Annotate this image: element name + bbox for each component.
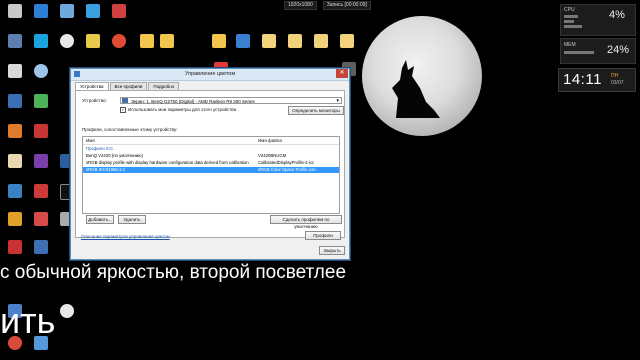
desktop-shortcut-icon[interactable]: [34, 240, 48, 254]
profile-filename: CalibratedDisplayProfile-2.icc: [258, 160, 315, 165]
color-settings-help-link[interactable]: Описание параметров управления цветом: [81, 234, 170, 239]
chevron-down-icon: ▾: [336, 98, 339, 104]
folder-icon[interactable]: [160, 34, 174, 48]
desktop-shortcut-icon[interactable]: [8, 124, 22, 138]
desktop-shortcut-icon[interactable]: [8, 212, 22, 226]
desktop-shortcut-icon[interactable]: [112, 4, 126, 18]
set-default-profile-button[interactable]: Сделать профилем по умолчанию: [270, 215, 342, 229]
top-status-bar: 1920x1080 Запись [00:00:09]: [284, 0, 371, 10]
memory-bar: [564, 51, 594, 54]
cpu-label: CPU: [564, 7, 575, 13]
folder-icon[interactable]: [212, 34, 226, 48]
subtitle-line-1: с обычной яркостью, второй посветлее: [0, 262, 347, 283]
clock-time: 14:11: [563, 71, 602, 88]
desktop-shortcut-icon[interactable]: [34, 34, 48, 48]
cpu-gadget[interactable]: CPU 4%: [560, 4, 636, 36]
desktop-shortcut-icon[interactable]: [34, 212, 48, 226]
cpu-bar: [564, 20, 574, 23]
close-dialog-button[interactable]: Закрыть: [319, 246, 345, 255]
dialog-title: Управление цветом: [184, 71, 236, 77]
desktop-shortcut-icon[interactable]: [60, 4, 74, 18]
dialog-titlebar[interactable]: Управление цветом ✕: [71, 69, 349, 81]
profile-filename: sRGB Color Space Profile.icm: [258, 167, 316, 172]
cpu-value: 4%: [609, 9, 625, 21]
profile-filename: V2420BNUCM: [258, 153, 287, 158]
recording-indicator: Запись [00:00:09]: [322, 0, 371, 10]
desktop-shortcut-icon[interactable]: [34, 94, 48, 108]
profile-name: BenQ V2420 (по умолчанию): [86, 153, 143, 158]
howling-wolf-silhouette: [392, 60, 440, 118]
use-my-settings-label: Использовать мои параметры для этого уст…: [128, 107, 237, 112]
desktop-shortcut-icon[interactable]: [8, 64, 22, 78]
desktop-shortcut-icon[interactable]: [60, 34, 74, 48]
desktop-shortcut-icon[interactable]: [34, 184, 48, 198]
desktop-shortcut-icon[interactable]: [86, 34, 100, 48]
desktop-shortcut-icon[interactable]: [8, 184, 22, 198]
resolution-indicator: 1920x1080: [284, 0, 317, 10]
profiles-caption: Профили, сопоставленные этому устройству…: [82, 127, 178, 132]
desktop-shortcut-icon[interactable]: [34, 124, 48, 138]
profile-row[interactable]: BenQ V2420 (по умолчанию) V2420BNUCM: [83, 153, 339, 159]
profile-group-row: Профили ICC: [83, 146, 339, 152]
profile-name: sRGB IEC61966-2.1: [86, 167, 126, 172]
tab-devices[interactable]: Устройства: [75, 82, 109, 90]
desktop-shortcut-icon[interactable]: [34, 154, 48, 168]
profile-name: Профили ICC: [86, 146, 114, 151]
desktop-shortcut-icon[interactable]: [34, 64, 48, 78]
folder-icon[interactable]: [262, 34, 276, 48]
profile-row-selected[interactable]: sRGB IEC61966-2.1 sRGB Color Space Profi…: [83, 167, 339, 173]
profiles-button[interactable]: Профили: [305, 231, 341, 240]
desktop-shortcut-icon[interactable]: [60, 304, 74, 318]
tab-advanced[interactable]: Подробно: [148, 82, 180, 90]
monitor-icon: [122, 98, 128, 103]
memory-value: 24%: [607, 44, 630, 56]
desktop-shortcut-icon[interactable]: [112, 34, 126, 48]
cpu-bar: [564, 15, 578, 18]
devices-panel: Устройство: Экран: 1. BenQ G2750 (Digita…: [75, 90, 345, 238]
column-name-header[interactable]: Имя: [86, 138, 95, 143]
subtitle-line-2: ить: [0, 300, 56, 341]
desktop-shortcut-icon[interactable]: [8, 4, 22, 18]
folder-icon[interactable]: [340, 34, 354, 48]
folder-icon[interactable]: [314, 34, 328, 48]
device-select-value: Экран: 1. BenQ G2750 (Digital) - AMD Rad…: [131, 99, 255, 104]
clock-date: 03/07: [611, 80, 624, 86]
desktop-shortcut-icon[interactable]: [8, 240, 22, 254]
memory-gadget[interactable]: MEM 24%: [560, 38, 636, 64]
clock-gadget[interactable]: 14:11 ПН 03/07: [558, 68, 636, 92]
identify-monitors-button[interactable]: Определить мониторы: [288, 106, 344, 115]
tab-all-profiles[interactable]: Все профили: [109, 82, 148, 90]
desktop-shortcut-icon[interactable]: [8, 94, 22, 108]
color-management-dialog: Управление цветом ✕ Устройства Все профи…: [70, 68, 350, 260]
desktop-shortcut-icon[interactable]: [8, 34, 22, 48]
device-label: Устройство:: [82, 98, 107, 103]
close-icon[interactable]: ✕: [336, 69, 348, 78]
desktop: 1920x1080 Запись [00:00:09] CPU 4% MEM 2…: [0, 0, 640, 360]
desktop-shortcut-icon[interactable]: [34, 4, 48, 18]
profile-row[interactable]: sRGB display profile with display hardwa…: [83, 160, 339, 166]
folder-icon[interactable]: [288, 34, 302, 48]
cpu-bar: [564, 25, 582, 28]
remove-profile-button[interactable]: Удалить: [118, 215, 146, 224]
device-select[interactable]: Экран: 1. BenQ G2750 (Digital) - AMD Rad…: [120, 97, 342, 104]
clock-day: ПН: [611, 73, 619, 79]
profiles-list[interactable]: Имя Имя файла Профили ICC BenQ V2420 (по…: [82, 136, 340, 214]
desktop-shortcut-icon[interactable]: [8, 154, 22, 168]
add-profile-button[interactable]: Добавить...: [86, 215, 114, 224]
desktop-shortcut-icon[interactable]: [86, 4, 100, 18]
dialog-tabs: Устройства Все профили Подробно: [75, 82, 180, 90]
folder-icon[interactable]: [236, 34, 250, 48]
folder-icon[interactable]: [140, 34, 154, 48]
profile-name: sRGB display profile with display hardwa…: [86, 160, 249, 165]
use-my-settings-checkbox[interactable]: ✓: [120, 107, 126, 113]
profiles-list-header: Имя Имя файла: [83, 137, 339, 145]
column-filename-header[interactable]: Имя файла: [258, 138, 282, 143]
memory-label: MEM: [564, 42, 576, 48]
